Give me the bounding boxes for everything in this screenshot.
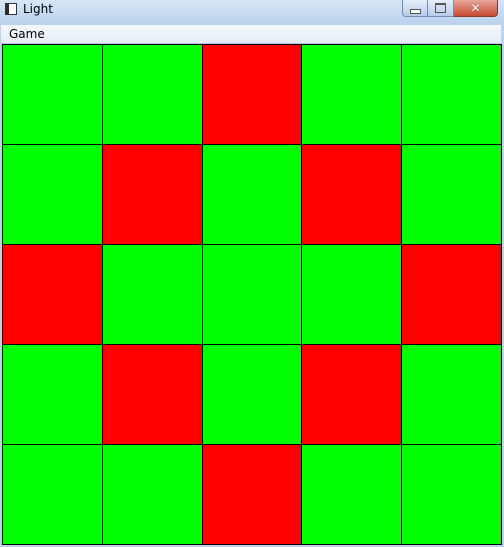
maximize-icon xyxy=(435,3,446,13)
light-cell[interactable] xyxy=(402,245,501,344)
window-controls: ✕ xyxy=(402,0,498,18)
light-cell[interactable] xyxy=(202,245,302,344)
light-cell[interactable] xyxy=(202,345,302,444)
menu-game[interactable]: Game xyxy=(9,27,45,41)
light-cell[interactable] xyxy=(102,45,202,144)
light-cell[interactable] xyxy=(302,445,402,544)
maximize-button[interactable] xyxy=(428,0,454,17)
light-cell[interactable] xyxy=(402,345,501,444)
minimize-button[interactable] xyxy=(402,0,428,17)
close-button[interactable]: ✕ xyxy=(454,0,498,17)
game-window: Light ✕ Game xyxy=(0,0,504,547)
title-bar[interactable]: Light ✕ xyxy=(0,0,504,22)
light-cell[interactable] xyxy=(3,45,102,144)
app-icon[interactable] xyxy=(5,3,17,15)
window-title: Light xyxy=(23,2,53,16)
light-cell[interactable] xyxy=(102,445,202,544)
light-cell[interactable] xyxy=(302,145,402,244)
light-cell[interactable] xyxy=(102,245,202,344)
light-cell[interactable] xyxy=(3,245,102,344)
light-cell[interactable] xyxy=(402,445,501,544)
light-cell[interactable] xyxy=(302,345,402,444)
light-cell[interactable] xyxy=(202,145,302,244)
light-cell[interactable] xyxy=(302,45,402,144)
light-cell[interactable] xyxy=(202,445,302,544)
light-cell[interactable] xyxy=(402,45,501,144)
light-grid xyxy=(2,44,502,545)
light-cell[interactable] xyxy=(202,45,302,144)
light-cell[interactable] xyxy=(102,145,202,244)
light-cell[interactable] xyxy=(302,245,402,344)
menu-bar: Game xyxy=(1,25,501,44)
light-cell[interactable] xyxy=(102,345,202,444)
light-cell[interactable] xyxy=(402,145,501,244)
light-cell[interactable] xyxy=(3,345,102,444)
light-cell[interactable] xyxy=(3,145,102,244)
minimize-icon xyxy=(409,8,421,14)
close-icon: ✕ xyxy=(470,1,481,15)
light-cell[interactable] xyxy=(3,445,102,544)
